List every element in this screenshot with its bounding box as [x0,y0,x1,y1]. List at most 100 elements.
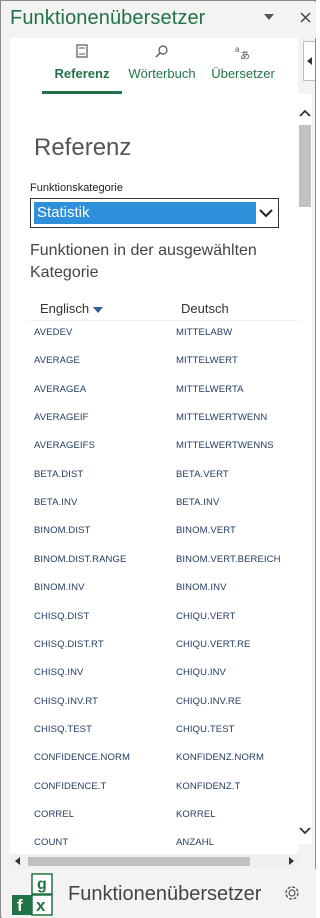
scroll-down-icon[interactable] [298,824,312,838]
function-english[interactable]: BINOM.DIST [34,525,90,536]
function-german[interactable]: MITTELWERT [176,355,238,366]
table-row[interactable]: CONFIDENCE.NORM KONFIDENZ.NORM [10,746,298,774]
table-row[interactable]: BETA.DIST BETA.VERT [10,463,298,491]
function-english[interactable]: CHISQ.TEST [34,724,92,735]
table-row[interactable]: AVERAGE MITTELWERT [10,349,298,377]
function-german[interactable]: BINOM.INV [176,582,227,593]
function-german[interactable]: BETA.VERT [176,469,229,480]
column-header-label: Englisch [40,301,90,316]
scrollbar-thumb[interactable] [299,125,311,207]
svg-text:g: g [37,876,47,893]
footer-title: Funktionenübersetzer [68,883,262,905]
table-row[interactable]: AVERAGEA MITTELWERTA [10,378,298,406]
function-german[interactable]: CHIQU.VERT.RE [176,639,251,650]
function-english[interactable]: AVERAGEIF [34,412,89,423]
column-header-german[interactable]: Deutsch [181,301,229,316]
function-english[interactable]: CONFIDENCE.T [34,781,106,792]
function-german[interactable]: BINOM.VERT [176,525,236,536]
function-english[interactable]: BINOM.INV [34,582,85,593]
function-german[interactable]: KORREL [176,809,216,820]
column-header-label: Deutsch [181,301,229,316]
tab-label: Referenz [54,66,110,81]
search-icon [124,44,200,64]
book-icon [42,44,122,64]
close-icon[interactable] [296,8,314,26]
category-label: Funktionskategorie [30,182,123,194]
scroll-right-icon[interactable] [284,854,298,868]
function-german[interactable]: MITTELWERTWENN [176,412,267,423]
chevron-down-icon[interactable] [256,203,276,223]
function-english[interactable]: COUNT [34,837,68,848]
function-english[interactable]: AVERAGE [34,355,80,366]
function-english[interactable]: BETA.INV [34,497,77,508]
table-row[interactable]: CHISQ.DIST CHIQU.VERT [10,605,298,633]
svg-text:あ: あ [240,50,250,60]
table-row[interactable]: CHISQ.DIST.RT CHIQU.VERT.RE [10,633,298,661]
function-english[interactable]: CHISQ.DIST.RT [34,639,104,650]
table-row[interactable]: BINOM.DIST.RANGE BINOM.VERT.BEREICH [10,548,298,576]
translate-icon: aあ [210,44,276,64]
tab-woerterbuch[interactable]: Wörterbuch [124,44,200,94]
table-row[interactable]: AVEDEV MITTELABW [10,321,298,349]
function-german[interactable]: CHIQU.TEST [176,724,235,735]
gear-icon[interactable] [282,883,302,903]
function-german[interactable]: BETA.INV [176,497,219,508]
sort-desc-icon [93,306,104,313]
function-german[interactable]: CHIQU.INV [176,667,226,678]
scroll-up-icon[interactable] [298,106,312,120]
function-german[interactable]: KONFIDENZ.NORM [176,752,264,763]
function-german[interactable]: MITTELABW [176,327,232,338]
svg-text:f: f [17,896,23,915]
table-row[interactable]: COUNT ANZAHL [10,831,298,854]
task-pane: Funktionenübersetzer Referenz Wörterbuch [0,0,316,918]
tab-bar: Referenz Wörterbuch aあ Übersetzer [10,38,298,94]
chevron-left-icon[interactable] [303,41,315,81]
category-select[interactable]: Statistik [30,198,279,228]
column-header-english[interactable]: Englisch [40,301,104,316]
function-english[interactable]: CHISQ.DIST [34,611,89,622]
table-row[interactable]: AVERAGEIFS MITTELWERTWENNS [10,434,298,462]
tab-label: Übersetzer [211,66,275,81]
title-bar: Funktionenübersetzer [2,2,316,38]
category-selected-value: Statistik [34,202,256,224]
table-row[interactable]: CHISQ.INV CHIQU.INV [10,661,298,689]
function-english[interactable]: BETA.DIST [34,469,83,480]
function-english[interactable]: CHISQ.INV [34,667,83,678]
table-row[interactable]: CONFIDENCE.T KONFIDENZ.T [10,775,298,803]
table-row[interactable]: BINOM.DIST BINOM.VERT [10,519,298,547]
table-row[interactable]: AVERAGEIF MITTELWERTWENN [10,406,298,434]
table-row[interactable]: BETA.INV BETA.INV [10,491,298,519]
tab-uebersetzer[interactable]: aあ Übersetzer [210,44,276,94]
table-row[interactable]: BINOM.INV BINOM.INV [10,576,298,604]
svg-text:x: x [36,896,46,915]
function-english[interactable]: CHISQ.INV.RT [34,696,98,707]
pane-footer: g f x Funktionenübersetzer [2,869,316,918]
function-english[interactable]: BINOM.DIST.RANGE [34,554,126,565]
function-german[interactable]: ANZAHL [176,837,214,848]
reference-view: Referenz Funktionskategorie Statistik Fu… [10,94,298,854]
function-english[interactable]: CONFIDENCE.NORM [34,752,130,763]
function-english[interactable]: AVERAGEA [34,384,86,395]
function-english[interactable]: CORREL [34,809,74,820]
function-german[interactable]: MITTELWERTWENNS [176,440,274,451]
function-english[interactable]: AVERAGEIFS [34,440,95,451]
function-german[interactable]: CHIQU.VERT [176,611,235,622]
function-german[interactable]: BINOM.VERT.BEREICH [176,554,281,565]
scrollbar-thumb[interactable] [28,857,250,866]
table-row[interactable]: CORREL KORREL [10,803,298,831]
function-german[interactable]: CHIQU.INV.RE [176,696,241,707]
function-german[interactable]: MITTELWERTA [176,384,244,395]
list-heading: Funktionen in der ausgewählten Kategorie [30,242,257,281]
function-german[interactable]: KONFIDENZ.T [176,781,240,792]
vertical-scrollbar[interactable] [298,94,312,844]
table-row[interactable]: CHISQ.INV.RT CHIQU.INV.RE [10,690,298,718]
function-english[interactable]: AVEDEV [34,327,72,338]
table-row[interactable]: CHISQ.TEST CHIQU.TEST [10,718,298,746]
pane-content: Referenz Wörterbuch aあ Übersetzer Refere… [10,38,298,854]
page-title: Referenz [34,134,132,161]
tab-referenz[interactable]: Referenz [42,44,122,94]
chevron-down-icon[interactable] [260,8,278,26]
horizontal-scrollbar[interactable] [10,854,298,868]
scroll-left-icon[interactable] [10,854,24,868]
pane-title: Funktionenübersetzer [10,7,206,29]
